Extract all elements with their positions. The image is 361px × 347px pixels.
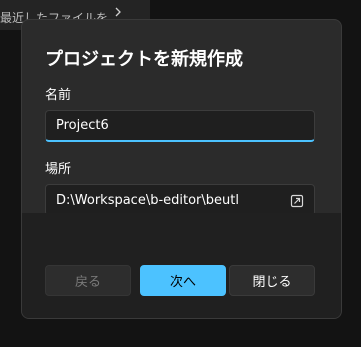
dialog-title: プロジェクトを新規作成 bbox=[45, 49, 243, 70]
name-label: 名前 bbox=[45, 88, 72, 103]
project-name-input[interactable] bbox=[45, 110, 315, 142]
next-button[interactable]: 次へ bbox=[140, 265, 226, 296]
dialog-footer: 戻る 次へ 閉じる bbox=[22, 213, 341, 318]
new-project-dialog: プロジェクトを新規作成 名前 場所 戻る 次へ 閉じる bbox=[21, 19, 342, 319]
chevron-right-icon bbox=[112, 3, 124, 17]
close-button[interactable]: 閉じる bbox=[229, 265, 315, 296]
back-button[interactable]: 戻る bbox=[45, 265, 131, 296]
location-label: 場所 bbox=[45, 162, 72, 177]
location-input[interactable] bbox=[45, 184, 315, 216]
open-folder-icon[interactable] bbox=[290, 193, 304, 208]
